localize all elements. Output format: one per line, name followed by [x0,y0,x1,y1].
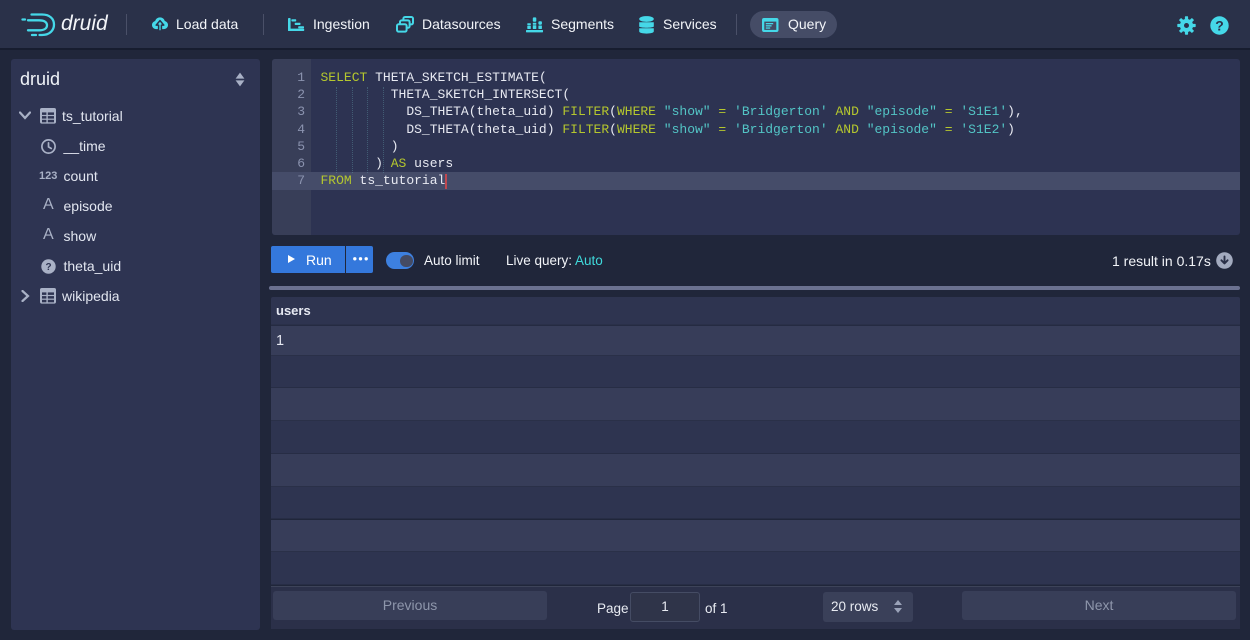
svg-text:?: ? [1215,18,1224,34]
svg-text:?: ? [45,262,51,273]
